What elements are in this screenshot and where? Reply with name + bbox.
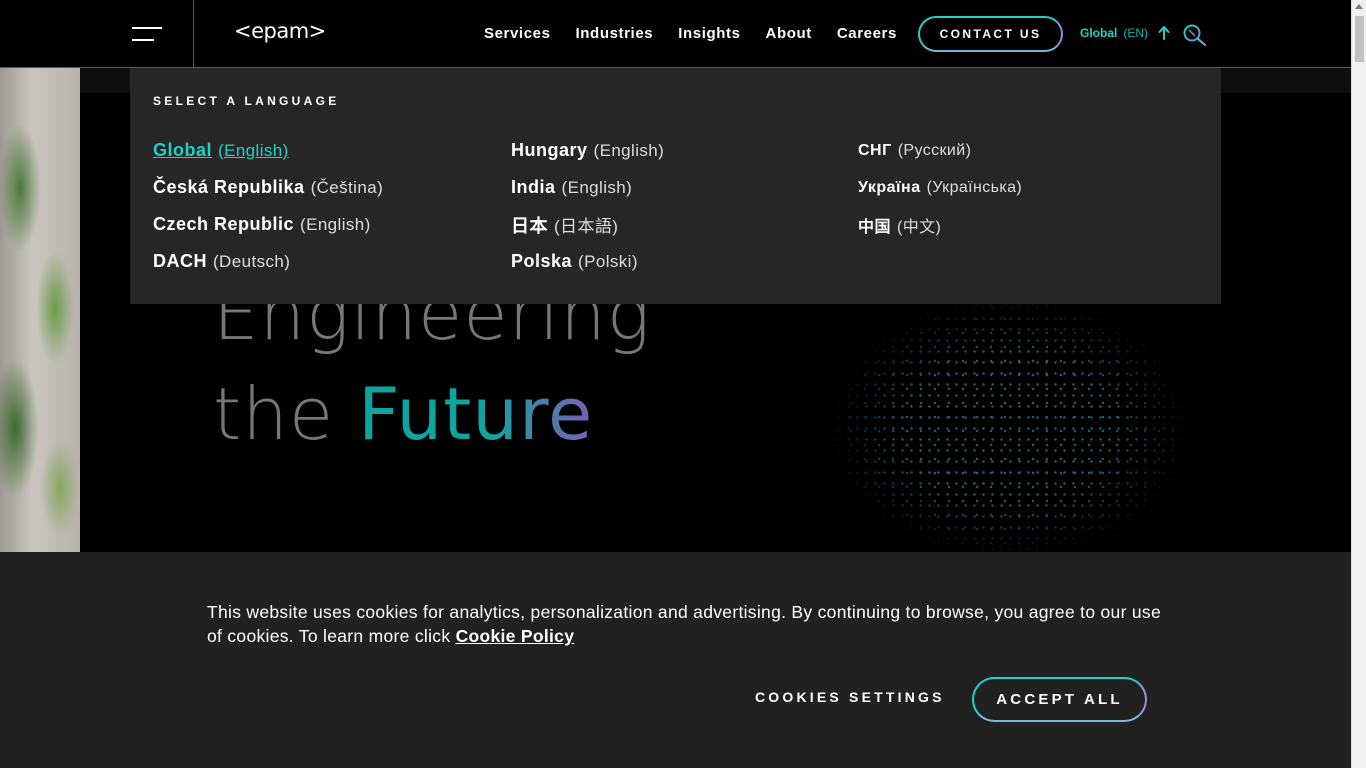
- language-option-czech-republic[interactable]: Czech Republic (English): [153, 206, 383, 243]
- arrow-up-icon: [1158, 26, 1170, 40]
- nav-careers[interactable]: Careers: [837, 25, 897, 42]
- language-option-hungary[interactable]: Hungary (English): [511, 132, 664, 169]
- cookie-message-text: This website uses cookies for analytics,…: [207, 602, 1161, 646]
- language-toggle[interactable]: Global (EN): [1080, 26, 1170, 40]
- language-column-2: Hungary (English) India (English) 日本 (日本語) …: [511, 132, 664, 280]
- language-option-polska[interactable]: Polska (Polski): [511, 243, 664, 280]
- main-nav: Services Industries Insights About Caree…: [484, 25, 897, 42]
- hero-title-highlight: Future: [358, 372, 594, 456]
- cookie-policy-link[interactable]: Cookie Policy: [456, 626, 575, 646]
- language-option-ukraine[interactable]: Україна (Українська): [858, 169, 1022, 206]
- language-option-japan[interactable]: 日本 (日本語): [511, 206, 664, 243]
- language-column-3: СНГ (Русский) Україна (Українська) 中国 (中文): [858, 132, 1022, 243]
- site-header: <epam> Services Industries Insights Abou…: [0, 0, 1351, 68]
- language-option-cis[interactable]: СНГ (Русский): [858, 132, 1022, 169]
- scrollbar-thumb[interactable]: [1355, 16, 1364, 62]
- cookie-banner: This website uses cookies for analytics,…: [0, 552, 1351, 768]
- scroll-up-arrow-icon[interactable]: [1355, 4, 1363, 9]
- search-icon[interactable]: [1182, 23, 1208, 47]
- nav-insights[interactable]: Insights: [678, 25, 740, 42]
- page-scrollbar[interactable]: [1351, 0, 1366, 768]
- particle-sphere-graphic: [830, 298, 1190, 558]
- hamburger-icon: [132, 27, 162, 29]
- nav-industries[interactable]: Industries: [576, 25, 654, 42]
- contact-us-button[interactable]: CONTACT US: [918, 16, 1063, 52]
- nav-services[interactable]: Services: [484, 25, 551, 42]
- language-option-india[interactable]: India (English): [511, 169, 664, 206]
- language-option-dach[interactable]: DACH (Deutsch): [153, 243, 383, 280]
- language-column-1: Global (English) Česká Republika (Čeština)…: [153, 132, 383, 280]
- hamburger-menu-button[interactable]: [0, 0, 194, 67]
- language-option-china[interactable]: 中国 (中文): [858, 206, 1022, 243]
- language-selector-panel: SELECT A LANGUAGE Global (English) Česká …: [130, 68, 1221, 304]
- language-panel-title: SELECT A LANGUAGE: [153, 94, 340, 108]
- epam-logo[interactable]: <epam>: [234, 19, 326, 43]
- nav-about[interactable]: About: [766, 25, 812, 42]
- language-option-global[interactable]: Global (English): [153, 132, 383, 169]
- language-code: (EN): [1123, 26, 1149, 40]
- cookie-message: This website uses cookies for analytics,…: [207, 600, 1167, 648]
- hero-title-line-2: the Future: [213, 378, 593, 450]
- hero-title-prefix: the: [213, 372, 335, 456]
- language-current: Global: [1080, 26, 1118, 40]
- cookies-settings-button[interactable]: COOKIES SETTINGS: [755, 689, 945, 705]
- accept-all-button[interactable]: ACCEPT ALL: [972, 677, 1147, 722]
- language-option-ceska-republika[interactable]: Česká Republika (Čeština): [153, 169, 383, 206]
